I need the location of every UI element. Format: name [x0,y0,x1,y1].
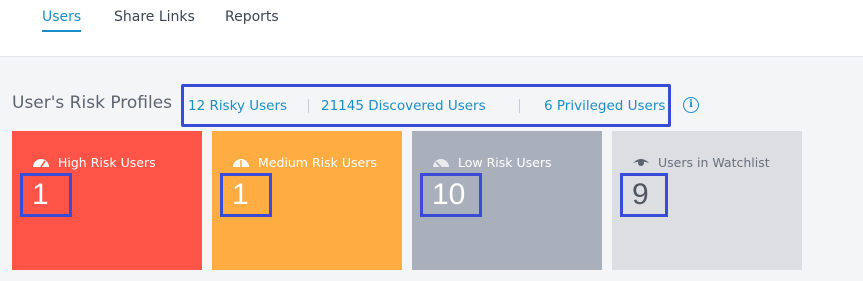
count-highlight: 1 [220,173,272,217]
medium-risk-users-card[interactable]: Medium Risk Users 1 [212,131,402,270]
discovered-users-link[interactable]: 21145 Discovered Users [321,98,486,114]
info-icon[interactable]: i [683,97,699,113]
low-risk-users-card[interactable]: Low Risk Users 10 [412,131,602,270]
count-highlight: 9 [620,173,668,217]
card-header: High Risk Users [32,153,156,171]
gauge-low-icon [433,159,449,167]
high-risk-users-card[interactable]: High Risk Users 1 [12,131,202,270]
card-label: Users in Watchlist [658,154,770,170]
privileged-users-link[interactable]: 6 Privileged Users [544,98,665,114]
eye-icon [633,159,649,166]
card-header: Low Risk Users [432,153,551,171]
separator [519,99,520,113]
watchlist-users-card[interactable]: Users in Watchlist 9 [612,131,802,270]
tab-share-links[interactable]: Share Links [114,8,195,32]
gauge-medium-icon [233,159,249,167]
page-title: User's Risk Profiles [12,93,173,113]
card-count: 10 [432,178,466,211]
count-highlight: 1 [20,173,72,217]
card-header: Medium Risk Users [232,153,377,171]
tab-users[interactable]: Users [42,8,82,32]
risky-users-link[interactable]: 12 Risky Users [188,98,287,114]
card-header: Users in Watchlist [632,153,770,171]
card-count: 1 [32,178,49,211]
count-highlight: 10 [420,173,482,217]
card-label: Medium Risk Users [258,154,377,170]
separator [308,99,309,113]
card-label: High Risk Users [58,154,156,170]
tab-reports[interactable]: Reports [225,8,279,32]
risk-summary-links: 12 Risky Users 21145 Discovered Users 6 … [181,84,671,127]
card-count: 9 [632,178,649,211]
gauge-high-icon [33,159,49,167]
top-nav: Users Share Links Reports [0,0,863,57]
card-label: Low Risk Users [458,154,552,170]
card-count: 1 [232,178,249,211]
